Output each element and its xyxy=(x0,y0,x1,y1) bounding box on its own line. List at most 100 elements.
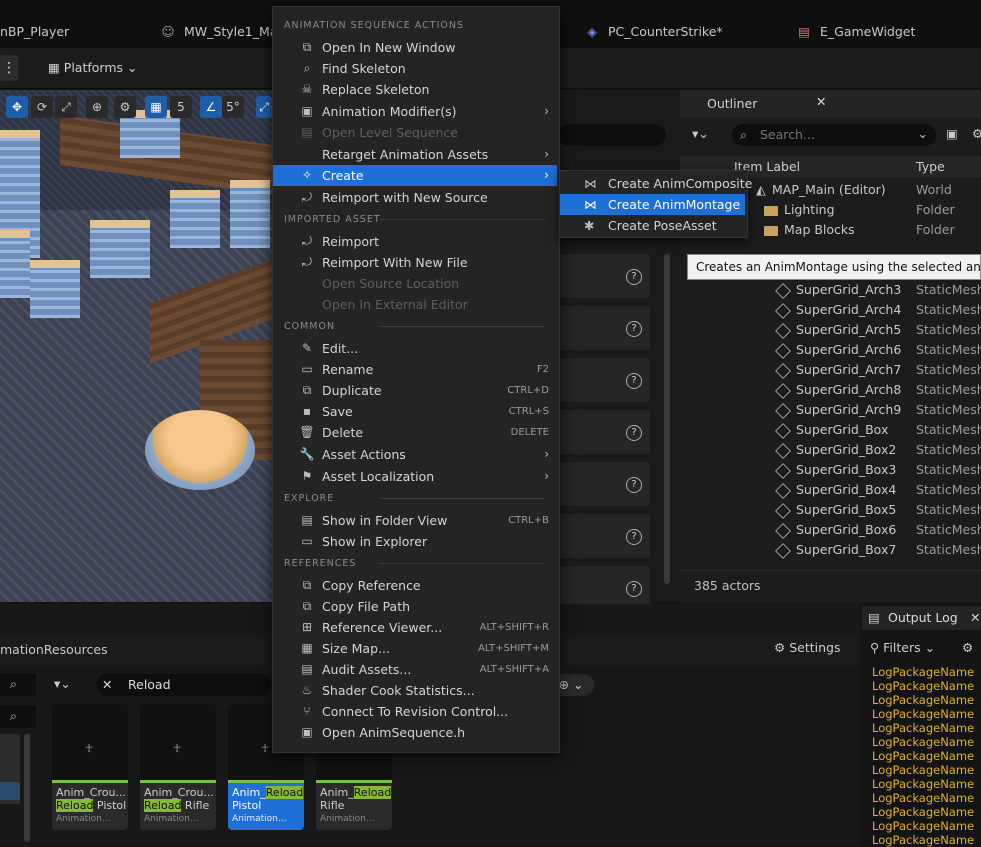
menu-item-copy-file-path[interactable]: ⧉ Copy File Path xyxy=(273,596,557,617)
scale-icon[interactable]: ⤢ xyxy=(55,96,77,118)
menu-item-animation-modifiers[interactable]: ▣ Animation Modifier(s) › xyxy=(273,101,557,122)
scale-snap-icon[interactable]: ⤢ xyxy=(256,96,272,118)
tab-mw-style[interactable]: ☺ MW_Style1_Ma xyxy=(160,20,277,44)
menu-item-create-poseasset[interactable]: ✱ Create PoseAsset xyxy=(560,215,745,236)
details-search[interactable] xyxy=(558,124,666,146)
reimport-icon: ⤾ xyxy=(302,234,312,248)
angle-value[interactable]: 5° xyxy=(222,96,244,118)
menu-item-duplicate[interactable]: ⧉ Duplicate CTRL+D xyxy=(273,380,557,401)
outliner-row[interactable]: SuperGrid_Arch3 StaticMesh xyxy=(680,280,981,300)
tab-bp-player[interactable]: nBP_Player xyxy=(0,20,69,44)
menu-item-reimport-new-source[interactable]: ⤾ Reimport with New Source xyxy=(273,187,557,208)
outliner-row[interactable]: SuperGrid_Arch6 StaticMesh xyxy=(680,340,981,360)
help-icon[interactable]: ? xyxy=(626,477,642,493)
gear-icon[interactable]: ⚙ xyxy=(962,640,973,655)
help-icon[interactable]: ? xyxy=(626,269,642,285)
menu-item-reimport[interactable]: ⤾ Reimport xyxy=(273,231,557,252)
level-viewport[interactable] xyxy=(0,90,272,602)
menu-item-find-skeleton[interactable]: ⌕ Find Skeleton xyxy=(273,58,557,79)
filter-icon[interactable]: ▾⌄ xyxy=(54,676,71,691)
menu-item-asset-actions[interactable]: 🔧 Asset Actions › xyxy=(273,444,557,465)
outliner-row[interactable]: SuperGrid_Box5 StaticMesh xyxy=(680,500,981,520)
log-line: LogPackageName xyxy=(872,819,975,833)
platforms-dropdown[interactable]: ▦ Platforms ⌄ xyxy=(48,55,152,81)
widget-icon: ▤ xyxy=(798,24,810,39)
world-icon[interactable]: ⊕ xyxy=(86,96,108,118)
angle-snap-icon[interactable]: ∠ xyxy=(200,96,222,118)
menu-item-reimport-new-file[interactable]: ⤾ Reimport With New File xyxy=(273,252,557,273)
menu-item-open-animsequence-h[interactable]: ▣ Open AnimSequence.h xyxy=(273,722,557,743)
static-mesh-icon xyxy=(775,382,791,399)
asset-tile[interactable]: ☥ Anim_Crou... Reload Pistol Animation... xyxy=(52,704,128,830)
tab-e-gamewidget[interactable]: ▤ E_GameWidget xyxy=(796,20,915,44)
menu-item-create-animcomposite[interactable]: ⋈ Create AnimComposite xyxy=(560,173,752,194)
sources-search[interactable]: ⌕ xyxy=(0,706,36,728)
help-icon[interactable]: ? xyxy=(626,529,642,545)
help-icon[interactable]: ? xyxy=(626,321,642,337)
outliner-row[interactable]: SuperGrid_Box StaticMesh xyxy=(680,420,981,440)
surface-snap-icon[interactable]: ⚙ xyxy=(114,96,136,118)
grid-snap-icon[interactable]: ▦ xyxy=(145,96,167,118)
outliner-row[interactable]: SuperGrid_Arch5 StaticMesh xyxy=(680,320,981,340)
asset-tile[interactable]: ☥ Anim_Crou... Reload Rifle Animation... xyxy=(140,704,216,830)
chevron-right-icon: › xyxy=(544,447,549,461)
menu-item-show-in-explorer[interactable]: ▭ Show in Explorer xyxy=(273,531,557,552)
outliner-row[interactable]: SuperGrid_Box3 StaticMesh xyxy=(680,460,981,480)
sources-search[interactable]: ⌕ xyxy=(0,674,36,696)
details-scrollbar[interactable] xyxy=(664,254,670,584)
skeleton-icon: ☠ xyxy=(301,82,313,96)
outliner-search-input[interactable]: ⌕ Search... ⌄ xyxy=(732,124,936,146)
outliner-row[interactable]: SuperGrid_Box6 StaticMesh xyxy=(680,520,981,540)
outliner-row[interactable]: SuperGrid_Box7 StaticMesh xyxy=(680,540,981,560)
sources-scrollbar[interactable] xyxy=(24,734,30,842)
close-icon[interactable]: ✕ xyxy=(816,94,826,109)
menu-item-delete[interactable]: 🗑 Delete DELETE xyxy=(273,422,557,443)
menu-item-save[interactable]: ▪ Save CTRL+S xyxy=(273,401,557,422)
translate-icon[interactable]: ✥ xyxy=(6,96,28,118)
menu-item-show-in-folder-view[interactable]: ▤ Show in Folder View CTRL+B xyxy=(273,510,557,531)
outliner-row[interactable]: SuperGrid_Arch8 StaticMesh xyxy=(680,380,981,400)
output-log-tab[interactable]: ▤ Output Log ✕ xyxy=(862,606,981,630)
menu-item-retarget-animation-assets[interactable]: Retarget Animation Assets › xyxy=(273,144,557,165)
gear-icon: ⚙ xyxy=(774,640,790,655)
tab-pc-counterstrike[interactable]: ◈ PC_CounterStrike* xyxy=(584,20,722,44)
menu-item-edit[interactable]: ✎ Edit... xyxy=(273,338,557,359)
menu-item-shader-cook-statistics[interactable]: ♨ Shader Cook Statistics... xyxy=(273,680,557,701)
filter-icon[interactable]: ▾⌄ xyxy=(692,126,709,141)
save-icon: ▪ xyxy=(302,404,312,418)
rotate-icon[interactable]: ⟳ xyxy=(31,96,53,118)
help-icon[interactable]: ? xyxy=(626,425,642,441)
menu-item-replace-skeleton[interactable]: ☠ Replace Skeleton xyxy=(273,79,557,100)
outliner-row[interactable]: SuperGrid_Arch4 StaticMesh xyxy=(680,300,981,320)
help-icon[interactable]: ? xyxy=(626,581,642,597)
menu-item-rename[interactable]: ▭ Rename F2 xyxy=(273,359,557,380)
menu-item-create[interactable]: ✧ Create › xyxy=(273,165,557,186)
help-icon[interactable]: ? xyxy=(626,373,642,389)
clear-icon[interactable]: ✕ xyxy=(102,677,112,692)
filters-dropdown[interactable]: ⚲ Filters ⌄ xyxy=(870,640,935,655)
sources-selected-item[interactable] xyxy=(0,782,20,800)
log-line: LogPackageName xyxy=(872,693,975,707)
menu-item-copy-reference[interactable]: ⧉ Copy Reference xyxy=(273,575,557,596)
menu-item-reference-viewer[interactable]: ⊞ Reference Viewer... ALT+SHIFT+R xyxy=(273,617,557,638)
settings-icon[interactable]: ⚙ xyxy=(972,126,981,141)
menu-item-asset-localization[interactable]: ⚑ Asset Localization › xyxy=(273,466,557,487)
menu-item-connect-revision-control[interactable]: ⑂ Connect To Revision Control... xyxy=(273,701,557,722)
add-folder-icon[interactable]: ▣ xyxy=(946,126,958,141)
settings-button[interactable]: ⚙ Settings xyxy=(774,640,840,655)
menu-item-audit-assets[interactable]: ▤ Audit Assets... ALT+SHIFT+A xyxy=(273,659,557,680)
outliner-row[interactable]: SuperGrid_Box2 StaticMesh xyxy=(680,440,981,460)
chevron-down-icon: ⌄ xyxy=(123,60,138,75)
menu-item-open-in-new-window[interactable]: ⧉ Open In New Window xyxy=(273,37,557,58)
outliner-row[interactable]: SuperGrid_Box4 StaticMesh xyxy=(680,480,981,500)
asset-search-input[interactable]: ✕ Reload xyxy=(96,674,272,696)
outliner-row[interactable]: SuperGrid_Arch9 StaticMesh xyxy=(680,400,981,420)
menu-item-create-animmontage[interactable]: ⋈ Create AnimMontage xyxy=(560,194,745,215)
kebab-menu-icon[interactable]: ⋮ xyxy=(0,55,18,81)
menu-item-size-map[interactable]: ▦ Size Map... ALT+SHIFT+M xyxy=(273,638,557,659)
chevron-down-icon: ⌄ xyxy=(917,126,928,141)
close-icon[interactable]: ✕ xyxy=(970,610,980,625)
outliner-row[interactable]: SuperGrid_Arch7 StaticMesh xyxy=(680,360,981,380)
breadcrumb[interactable]: mationResources xyxy=(0,640,108,660)
grid-value[interactable]: 5 xyxy=(170,96,192,118)
